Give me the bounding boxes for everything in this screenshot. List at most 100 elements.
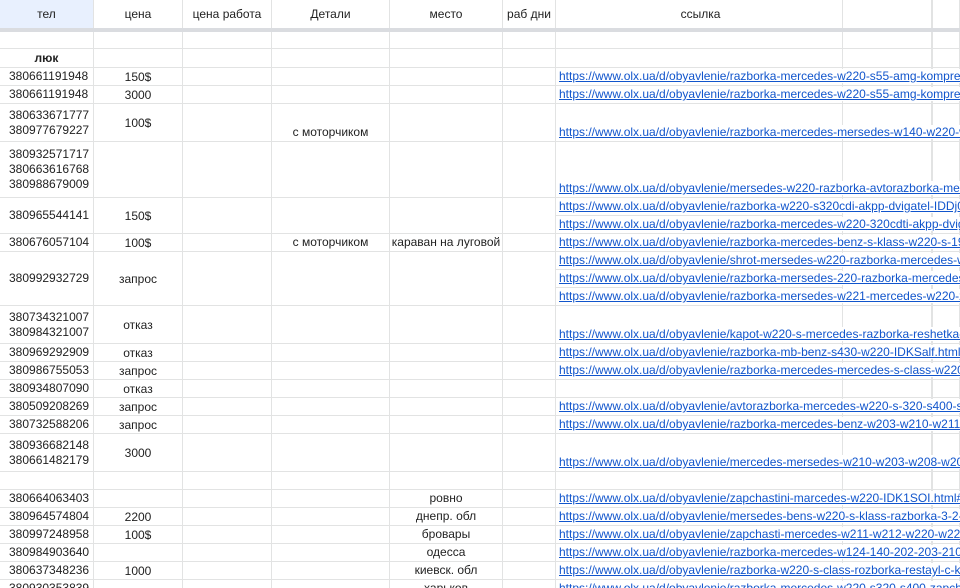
phone-cell[interactable]: 380633671777 380977679227 <box>0 104 94 141</box>
work-days-cell[interactable] <box>503 198 556 233</box>
place-cell[interactable] <box>390 68 503 85</box>
header-place[interactable]: место <box>390 0 503 28</box>
details-cell[interactable] <box>272 544 390 561</box>
details-cell[interactable] <box>272 526 390 543</box>
work-days-cell[interactable] <box>503 104 556 141</box>
work-price-cell[interactable] <box>183 362 272 379</box>
work-days-cell[interactable] <box>503 562 556 579</box>
listing-link[interactable]: https://www.olx.ua/d/obyavlenie/razborka… <box>559 545 960 559</box>
place-cell[interactable] <box>390 398 503 415</box>
listing-link[interactable]: https://www.olx.ua/d/obyavlenie/razborka… <box>559 581 960 588</box>
work-price-cell[interactable] <box>183 344 272 361</box>
listing-link[interactable]: https://www.olx.ua/d/obyavlenie/razborka… <box>559 217 960 231</box>
empty-cell[interactable] <box>94 32 183 48</box>
price-cell[interactable] <box>94 472 183 489</box>
price-cell[interactable]: отказ <box>94 380 183 397</box>
phone-cell[interactable]: 380986755053 <box>0 362 94 379</box>
header-work-days[interactable]: раб дни <box>503 0 556 28</box>
details-cell[interactable] <box>272 472 390 489</box>
listing-link[interactable]: https://www.olx.ua/d/obyavlenie/razborka… <box>559 363 960 377</box>
details-cell[interactable] <box>272 252 390 305</box>
listing-link[interactable]: https://www.olx.ua/d/obyavlenie/razborka… <box>559 271 960 285</box>
place-cell[interactable] <box>390 142 503 197</box>
place-cell[interactable] <box>390 86 503 103</box>
phone-cell[interactable]: 380992932729 <box>0 252 94 305</box>
details-cell[interactable] <box>272 580 390 588</box>
header-details[interactable]: Детали <box>272 0 390 28</box>
place-cell[interactable]: харьков <box>390 580 503 588</box>
empty-cell[interactable] <box>932 32 960 48</box>
phone-cell[interactable]: 380509208269 <box>0 398 94 415</box>
work-price-cell[interactable] <box>183 86 272 103</box>
work-days-cell[interactable] <box>503 526 556 543</box>
details-cell[interactable] <box>272 434 390 471</box>
price-cell[interactable] <box>94 544 183 561</box>
details-cell[interactable] <box>272 68 390 85</box>
empty-cell[interactable] <box>272 32 390 48</box>
work-price-cell[interactable] <box>183 490 272 507</box>
work-days-cell[interactable] <box>503 142 556 197</box>
empty-cell[interactable] <box>390 32 503 48</box>
work-days-cell[interactable] <box>503 380 556 397</box>
listing-link[interactable]: https://www.olx.ua/d/obyavlenie/razborka… <box>559 235 960 249</box>
listing-link[interactable]: https://www.olx.ua/d/obyavlenie/razborka… <box>559 417 960 431</box>
empty-cell[interactable] <box>183 32 272 48</box>
listing-link[interactable]: https://www.olx.ua/d/obyavlenie/razborka… <box>559 69 960 83</box>
phone-cell[interactable]: 380932571717 380663616768 380988679009 <box>0 142 94 197</box>
work-days-cell[interactable] <box>503 86 556 103</box>
work-days-cell[interactable] <box>503 580 556 588</box>
header-empty-cell[interactable] <box>842 0 932 28</box>
price-cell[interactable]: 150$ <box>94 198 183 233</box>
work-price-cell[interactable] <box>183 508 272 525</box>
phone-cell[interactable]: 380732588206 <box>0 416 94 433</box>
phone-cell[interactable]: 380984903640 <box>0 544 94 561</box>
work-days-cell[interactable] <box>503 252 556 305</box>
listing-link[interactable]: https://www.olx.ua/d/obyavlenie/zapchast… <box>559 527 960 541</box>
phone-cell[interactable]: 380664063403 <box>0 490 94 507</box>
work-price-cell[interactable] <box>183 68 272 85</box>
place-cell[interactable] <box>390 472 503 489</box>
listing-link[interactable]: https://www.olx.ua/d/obyavlenie/shrot-me… <box>559 253 960 267</box>
place-cell[interactable] <box>390 104 503 141</box>
empty-cell[interactable] <box>932 49 960 67</box>
place-cell[interactable] <box>390 434 503 471</box>
work-price-cell[interactable] <box>183 104 272 141</box>
phone-cell[interactable]: 380964574804 <box>0 508 94 525</box>
listing-link[interactable]: https://www.olx.ua/d/obyavlenie/razborka… <box>559 563 960 577</box>
details-cell[interactable] <box>272 490 390 507</box>
work-price-cell[interactable] <box>183 398 272 415</box>
listing-link[interactable]: https://www.olx.ua/d/obyavlenie/kapot-w2… <box>559 327 960 341</box>
work-days-cell[interactable] <box>503 416 556 433</box>
details-cell[interactable] <box>272 142 390 197</box>
details-cell[interactable] <box>272 344 390 361</box>
work-price-cell[interactable] <box>183 544 272 561</box>
details-cell[interactable]: с моторчиком <box>272 104 390 141</box>
listing-link[interactable]: https://www.olx.ua/d/obyavlenie/razborka… <box>559 125 960 139</box>
details-cell[interactable] <box>272 398 390 415</box>
listing-link[interactable]: https://www.olx.ua/d/obyavlenie/razborka… <box>559 289 960 303</box>
details-cell[interactable] <box>272 362 390 379</box>
empty-cell[interactable] <box>842 32 932 48</box>
empty-cell[interactable] <box>272 49 390 67</box>
work-days-cell[interactable] <box>503 306 556 343</box>
work-days-cell[interactable] <box>503 508 556 525</box>
price-cell[interactable] <box>94 580 183 588</box>
price-cell[interactable]: запрос <box>94 362 183 379</box>
work-days-cell[interactable] <box>503 472 556 489</box>
empty-cell[interactable] <box>556 49 842 67</box>
empty-cell[interactable] <box>556 32 842 48</box>
phone-cell[interactable]: 380734321007 380984321007 <box>0 306 94 343</box>
work-price-cell[interactable] <box>183 252 272 305</box>
phone-cell[interactable]: 380676057104 <box>0 234 94 251</box>
place-cell[interactable] <box>390 362 503 379</box>
work-price-cell[interactable] <box>183 380 272 397</box>
price-cell[interactable]: запрос <box>94 398 183 415</box>
work-days-cell[interactable] <box>503 490 556 507</box>
phone-cell[interactable]: 380637348236 <box>0 562 94 579</box>
price-cell[interactable]: отказ <box>94 344 183 361</box>
place-cell[interactable] <box>390 252 503 305</box>
work-price-cell[interactable] <box>183 416 272 433</box>
phone-cell[interactable] <box>0 472 94 489</box>
work-price-cell[interactable] <box>183 434 272 471</box>
price-cell[interactable]: 3000 <box>94 434 183 471</box>
